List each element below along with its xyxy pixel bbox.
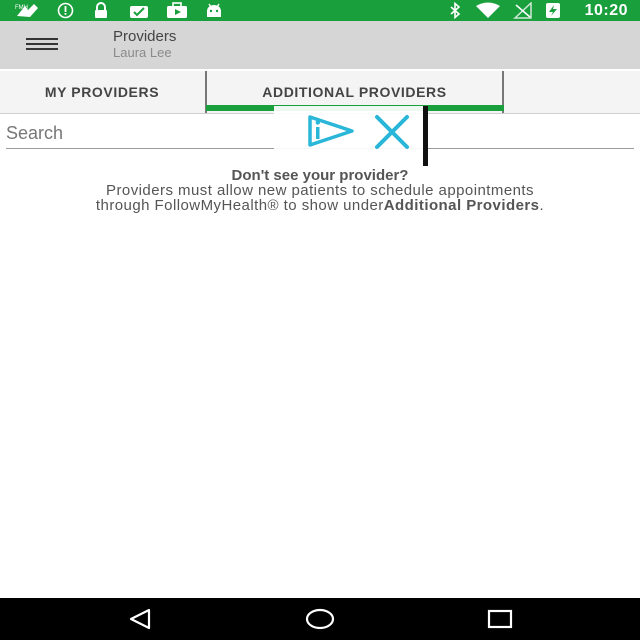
briefcase-play-icon	[165, 2, 189, 19]
ad-edge	[423, 106, 428, 166]
clock-time: 10:20	[584, 2, 628, 19]
svg-text:FMH: FMH	[15, 5, 28, 11]
hamburger-icon-bar	[26, 48, 58, 50]
no-signal-icon	[512, 2, 534, 19]
page-title: Providers	[113, 28, 177, 45]
ad-overlay	[274, 106, 426, 166]
help-line: Providers must allow new patients to sch…	[106, 182, 534, 199]
hamburger-icon-bar	[26, 38, 58, 40]
provider-help-text: Don't see your provider? Providers must …	[0, 168, 640, 213]
back-icon[interactable]	[120, 604, 160, 634]
app-bar: Providers Laura Lee	[0, 21, 640, 69]
hamburger-icon-bar	[26, 43, 58, 45]
status-bar: FMH 10:20	[0, 0, 640, 21]
help-text: through FollowMyHealth® to show under	[95, 197, 384, 214]
wifi-icon	[474, 2, 502, 19]
recents-icon[interactable]	[480, 604, 520, 634]
ad-info-icon[interactable]	[306, 111, 356, 151]
info-icon	[56, 2, 74, 19]
help-emphasis: Additional Providers	[383, 197, 540, 214]
lock-icon	[92, 2, 110, 19]
tab-my-providers[interactable]: MY PROVIDERS	[0, 71, 204, 113]
menu-button[interactable]	[26, 38, 58, 54]
android-icon	[204, 2, 224, 19]
home-icon[interactable]	[300, 604, 340, 634]
battery-charging-icon	[545, 2, 561, 19]
tab-label: MY PROVIDERS	[44, 84, 160, 100]
navigation-bar	[0, 598, 640, 640]
help-title: Don't see your provider?	[231, 167, 409, 184]
user-name: Laura Lee	[113, 45, 172, 60]
bluetooth-icon	[447, 2, 463, 19]
cloud-check-icon	[127, 2, 151, 19]
tab-label: ADDITIONAL PROVIDERS	[262, 84, 447, 100]
ad-close-icon[interactable]	[374, 114, 410, 150]
help-line: through FollowMyHealth® to show underAdd…	[0, 198, 640, 213]
help-text: .	[539, 197, 545, 214]
app-notification-icon: FMH	[14, 2, 42, 19]
